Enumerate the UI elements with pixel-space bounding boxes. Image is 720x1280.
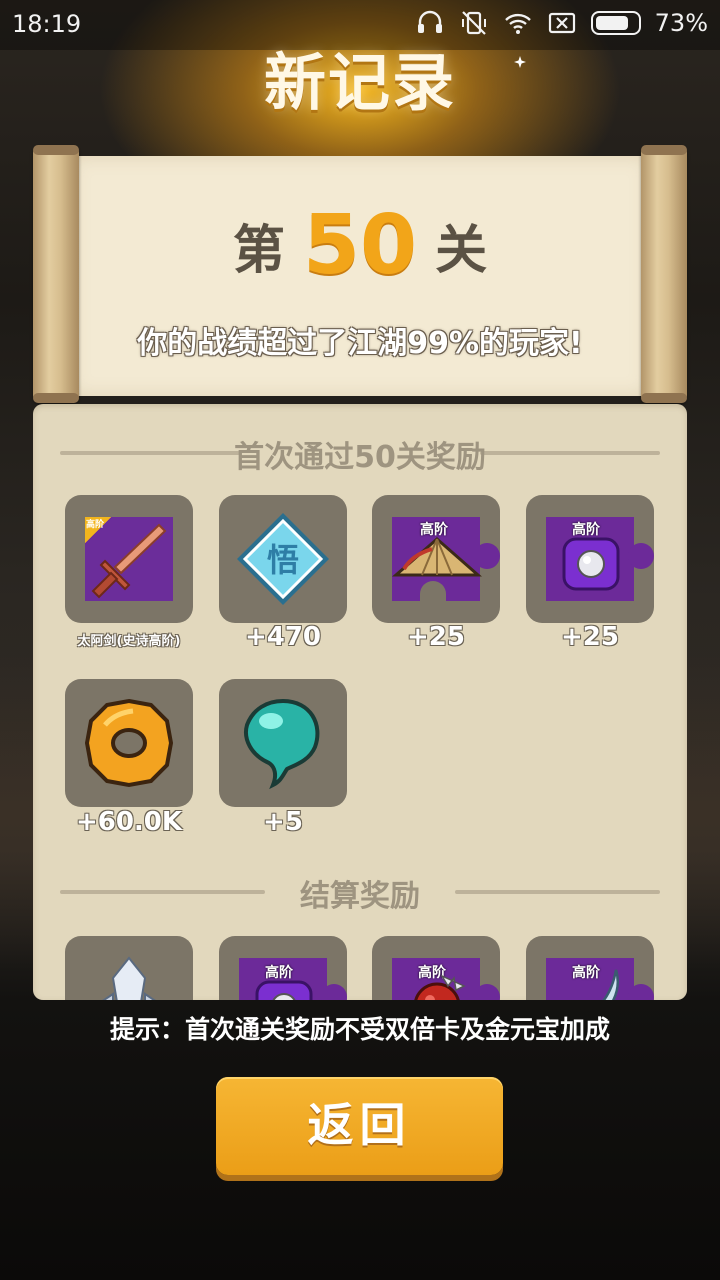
settlement-title: 结算奖励 — [300, 879, 420, 914]
stage-suffix: 关 — [435, 221, 488, 281]
new-record-title: 新记录 — [263, 46, 456, 119]
settlement-tile-blade[interactable]: 高阶 — [526, 936, 654, 1000]
reward-tile-sword[interactable]: 高阶 — [65, 495, 193, 623]
settlement-header: 结算奖励 — [33, 871, 687, 914]
reward-caption-bead: +5 — [263, 807, 303, 837]
reward-tile-bead[interactable] — [219, 679, 347, 807]
reward-tile-hat[interactable]: 高阶 — [372, 495, 500, 623]
stage-line: 第 50 关 — [72, 198, 648, 293]
purple-armor-icon — [255, 980, 313, 1000]
stage-prefix: 第 — [232, 221, 285, 281]
svg-text:悟: 悟 — [267, 541, 299, 579]
jade-bead-icon — [244, 698, 320, 790]
stage-number: 50 — [302, 198, 418, 293]
enlightenment-gem-icon: 悟 — [237, 513, 329, 605]
rank-text: 你的战绩超过了江湖99%的玩家! — [137, 326, 583, 361]
sparkle-icon — [514, 56, 526, 68]
reward-caption-sword: 太阿剑(史诗高阶) — [77, 634, 181, 649]
settlement-tile-crystal[interactable] — [65, 936, 193, 1000]
settlement-tile-orb[interactable]: 高阶 — [372, 936, 500, 1000]
reward-caption-gem: +470 — [244, 622, 322, 652]
sword-icon — [91, 523, 167, 599]
reward-tile-armor[interactable]: 高阶 — [526, 495, 654, 623]
blade-icon — [602, 969, 619, 1000]
reward-caption-coin: +60.0K — [75, 807, 183, 837]
back-button[interactable]: 返回 — [216, 1077, 503, 1175]
gold-coin-icon — [84, 698, 174, 788]
settlement-tile-armor[interactable]: 高阶 — [219, 936, 347, 1000]
reward-tile-coin[interactable] — [65, 679, 193, 807]
reward-tile-gem[interactable]: 悟 — [219, 495, 347, 623]
first-clear-header: 首次通过50关奖励 — [33, 432, 687, 475]
hint-text: 提示：首次通关奖励不受双倍卡及金元宝加成 — [109, 1015, 610, 1044]
reward-caption-hat: +25 — [407, 622, 465, 652]
purple-armor-icon — [562, 537, 620, 591]
red-orb-icon — [414, 974, 466, 1000]
reward-caption-armor: +25 — [561, 622, 619, 652]
reward-panel[interactable]: 首次通过50关奖励 高阶 太阿剑(史诗高阶) 悟 +470 高阶 +25 高阶 … — [33, 404, 687, 1000]
crystal-icon — [102, 956, 156, 1000]
first-clear-title: 首次通过50关奖励 — [234, 440, 486, 475]
straw-hat-icon — [392, 537, 482, 577]
